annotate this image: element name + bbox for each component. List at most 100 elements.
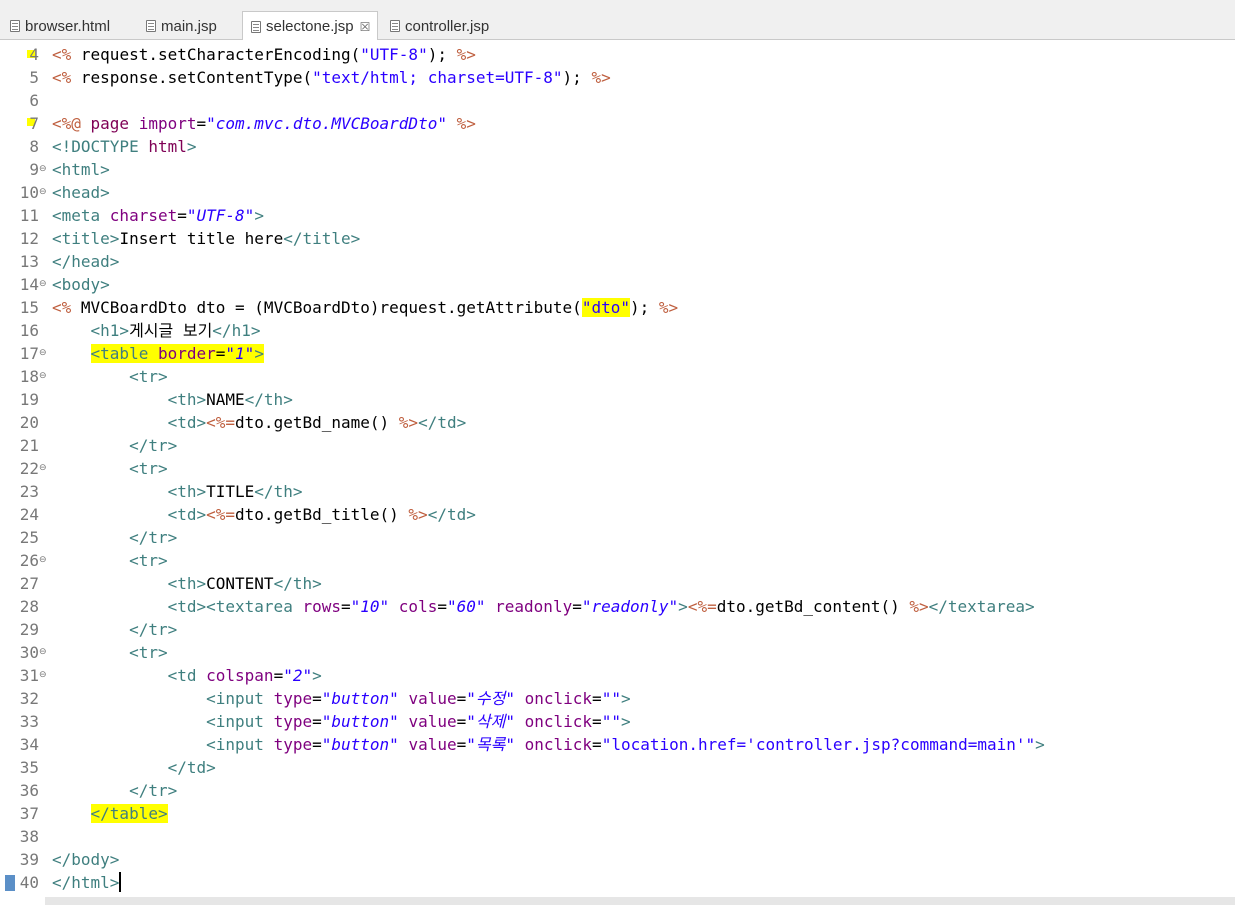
code-line[interactable]: 16 <h1>게시글 보기</h1> — [0, 319, 1235, 342]
code-line[interactable]: 6 — [0, 89, 1235, 112]
code-token: </td> — [427, 505, 476, 524]
code-token: <input — [206, 735, 274, 754]
code-line[interactable]: 15 <% MVCBoardDto dto = (MVCBoardDto)requ… — [0, 296, 1235, 319]
code-line[interactable]: 36 </tr> — [0, 779, 1235, 802]
code-token: "60" — [446, 597, 486, 616]
code-line[interactable]: 39 </body> — [0, 848, 1235, 871]
tab-label: main.jsp — [161, 17, 217, 35]
code-token: "목록" — [466, 735, 515, 754]
fold-minus-icon[interactable]: ⊖ — [39, 641, 47, 664]
code-token: > — [620, 689, 631, 708]
code-line[interactable]: 26 ⊖ <tr> — [0, 549, 1235, 572]
fold-minus-icon[interactable]: ⊖ — [39, 549, 47, 572]
code-token: > — [678, 597, 688, 616]
line-number: 11 — [19, 206, 39, 225]
code-token: <td — [167, 666, 207, 685]
line-number: 29 — [19, 620, 39, 639]
code-token: "" — [601, 712, 621, 731]
code-token: </td> — [418, 413, 467, 432]
code-token: </tr> — [129, 436, 178, 455]
code-line[interactable]: 27 <th>CONTENT</th> — [0, 572, 1235, 595]
code-line[interactable]: 22 ⊖ <tr> — [0, 457, 1235, 480]
code-token: dto.getBd_content() — [716, 597, 910, 616]
close-icon[interactable]: ☒ — [360, 20, 371, 34]
code-line[interactable]: 34 <input type="button" value="목록" oncli… — [0, 733, 1235, 756]
code-token: %> — [591, 68, 611, 87]
code-line[interactable]: 35 </td> — [0, 756, 1235, 779]
code-text: <% response.setContentType("text/html; c… — [52, 66, 611, 89]
code-token: <tr> — [129, 551, 168, 570]
fold-minus-icon[interactable]: ⊖ — [39, 158, 47, 181]
code-line[interactable]: 31 ⊖ <td colspan="2"> — [0, 664, 1235, 687]
tab-controller-jsp[interactable]: controller.jsp — [382, 12, 512, 40]
horizontal-scrollbar[interactable] — [45, 897, 1235, 905]
code-line[interactable]: 29 </tr> — [0, 618, 1235, 641]
code-token: MVCBoardDto dto = (MVCBoardDto)request.g… — [80, 298, 582, 317]
fold-minus-icon[interactable]: ⊖ — [39, 365, 47, 388]
code-line[interactable]: 37 </table> — [0, 802, 1235, 825]
code-token: </textarea> — [928, 597, 1035, 616]
code-line[interactable]: 25 </tr> — [0, 526, 1235, 549]
code-text: </td> — [52, 756, 216, 779]
code-line[interactable]: 13 </head> — [0, 250, 1235, 273]
code-line[interactable]: 19 <th>NAME</th> — [0, 388, 1235, 411]
fold-minus-icon[interactable]: ⊖ — [39, 181, 47, 204]
code-token: <head> — [52, 183, 110, 202]
fold-minus-icon[interactable]: ⊖ — [39, 457, 47, 480]
code-line[interactable]: 32 <input type="button" value="수정" oncli… — [0, 687, 1235, 710]
code-line[interactable]: 7 <%@ page import="com.mvc.dto.MVCBoardDt… — [0, 112, 1235, 135]
code-line[interactable]: 40 </html> — [0, 871, 1235, 894]
line-number: 8 — [29, 137, 39, 156]
code-text: <tr> — [52, 641, 168, 664]
line-number: 9 — [29, 160, 39, 179]
line-number: 5 — [29, 68, 39, 87]
code-text: <!DOCTYPE html> — [52, 135, 197, 158]
code-line[interactable]: 9 ⊖ <html> — [0, 158, 1235, 181]
line-number: 25 — [19, 528, 39, 547]
fold-minus-icon[interactable]: ⊖ — [39, 273, 47, 296]
code-token: = — [196, 114, 207, 133]
code-line[interactable]: 20 <td><%=dto.getBd_name() %></td> — [0, 411, 1235, 434]
code-editor[interactable]: 4 <% request.setCharacterEncoding("UTF-8"… — [0, 40, 1235, 905]
code-line[interactable]: 4 <% request.setCharacterEncoding("UTF-8"… — [0, 43, 1235, 66]
line-number: 33 — [19, 712, 39, 731]
code-token: <!DOCTYPE — [52, 137, 149, 156]
code-line[interactable]: 11 <meta charset="UTF-8"> — [0, 204, 1235, 227]
code-line[interactable]: 23 <th>TITLE</th> — [0, 480, 1235, 503]
code-line[interactable]: 8 <!DOCTYPE html> — [0, 135, 1235, 158]
tab-label: selectone.jsp — [266, 18, 354, 35]
fold-minus-icon[interactable]: ⊖ — [39, 664, 47, 687]
code-token: TITLE — [206, 482, 255, 501]
code-line[interactable]: 28 <td><textarea rows="10" cols="60" rea… — [0, 595, 1235, 618]
code-line[interactable]: 21 </tr> — [0, 434, 1235, 457]
code-line[interactable]: 14 ⊖ <body> — [0, 273, 1235, 296]
fold-minus-icon[interactable]: ⊖ — [39, 342, 47, 365]
code-line[interactable]: 10 ⊖ <head> — [0, 181, 1235, 204]
code-token: onclick — [524, 735, 593, 754]
tab-main-jsp[interactable]: main.jsp — [138, 12, 240, 40]
current-line-marker — [5, 875, 15, 891]
code-line[interactable]: 30 ⊖ <tr> — [0, 641, 1235, 664]
code-line[interactable]: 38 — [0, 825, 1235, 848]
line-number: 22 — [19, 459, 39, 478]
code-token: <title> — [52, 229, 120, 248]
code-line[interactable]: 24 <td><%=dto.getBd_title() %></td> — [0, 503, 1235, 526]
code-line[interactable]: 17 ⊖ <table border="1"> — [0, 342, 1235, 365]
code-line[interactable]: 33 <input type="button" value="삭제" oncli… — [0, 710, 1235, 733]
tab-selectone-jsp[interactable]: selectone.jsp ☒ — [242, 11, 378, 41]
code-line[interactable]: 12 <title>Insert title here</title> — [0, 227, 1235, 250]
code-line[interactable]: 18 ⊖ <tr> — [0, 365, 1235, 388]
code-token: > — [312, 666, 322, 685]
code-line[interactable]: 5 <% response.setContentType("text/html; … — [0, 66, 1235, 89]
line-number: 18 — [19, 367, 39, 386]
code-token: rows — [302, 597, 341, 616]
tab-browser-html[interactable]: browser.html — [2, 12, 132, 40]
code-text: <td><%=dto.getBd_name() %></td> — [52, 411, 467, 434]
line-number: 27 — [19, 574, 39, 593]
